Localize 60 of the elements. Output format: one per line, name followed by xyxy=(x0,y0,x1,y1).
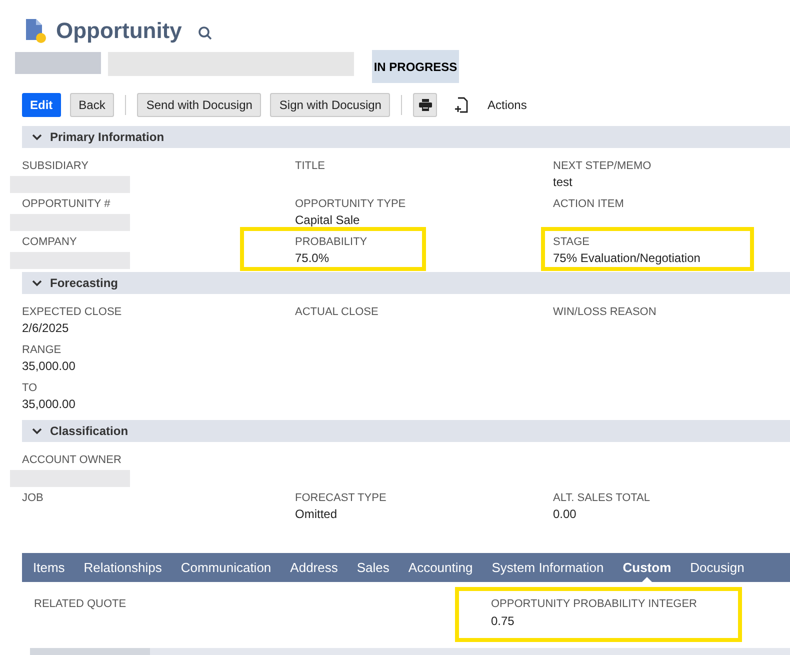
field-label: EXPECTED CLOSE xyxy=(22,305,122,320)
field-value: Omitted xyxy=(295,506,338,522)
section-header[interactable]: Primary Information xyxy=(22,126,790,148)
add-document-icon[interactable] xyxy=(454,97,468,113)
tab[interactable]: Communication xyxy=(180,553,272,582)
page-title: Opportunity xyxy=(56,20,182,42)
actions-menu[interactable]: Actions xyxy=(487,96,527,114)
field-value: Capital Sale xyxy=(295,212,360,228)
tab[interactable]: Items xyxy=(33,553,65,582)
field-label: STAGE xyxy=(553,235,590,250)
chevron-icon xyxy=(32,133,42,141)
field-value: 75.0% xyxy=(295,250,330,266)
field-label: TO xyxy=(22,381,38,396)
field-label: WIN/LOSS REASON xyxy=(553,305,656,320)
tab[interactable]: Docusign xyxy=(690,553,744,582)
printer-icon xyxy=(418,99,432,111)
field-label: TITLE xyxy=(295,159,325,174)
section-title: Primary Information xyxy=(50,129,164,146)
tab[interactable]: System Information xyxy=(492,553,604,582)
document-icon xyxy=(24,18,48,44)
field-value: 35,000.00 xyxy=(22,396,76,412)
field-label: ACTUAL CLOSE xyxy=(295,305,378,320)
field-label: PROBABILITY xyxy=(295,235,368,250)
section-header[interactable]: Classification xyxy=(22,420,790,442)
tab[interactable]: Accounting xyxy=(408,553,473,582)
section-title: Classification xyxy=(50,423,128,440)
field-value: test xyxy=(553,174,572,190)
field-label: OPPORTUNITY PROBABILITY INTEGER xyxy=(491,597,697,612)
field-value: 75% Evaluation/Negotiation xyxy=(553,250,700,266)
toolbar-button[interactable]: Back xyxy=(70,93,114,117)
chevron-icon xyxy=(32,427,42,435)
field-label: ACCOUNT OWNER xyxy=(22,453,122,468)
tab[interactable]: Sales xyxy=(356,553,390,582)
field-value: 0.75 xyxy=(491,613,514,630)
field-label: RELATED QUOTE xyxy=(34,597,126,612)
toolbar-button[interactable]: Sign with Docusign xyxy=(270,93,390,117)
field-value: 35,000.00 xyxy=(22,358,76,374)
field-value: 0.00 xyxy=(553,506,576,522)
field-label: COMPANY xyxy=(22,235,77,250)
section-header[interactable]: Forecasting xyxy=(22,272,790,294)
tab[interactable]: Address xyxy=(290,553,338,582)
search-icon[interactable] xyxy=(198,26,212,40)
tab[interactable]: Relationships xyxy=(84,553,162,582)
print-button[interactable] xyxy=(413,93,438,117)
section-title: Forecasting xyxy=(50,275,118,292)
field-label: JOB xyxy=(22,491,44,506)
field-label: OPPORTUNITY TYPE xyxy=(295,197,406,212)
field-label: OPPORTUNITY # xyxy=(22,197,110,212)
edit-button[interactable]: Edit xyxy=(22,93,61,117)
chevron-icon xyxy=(32,279,42,287)
field-label: FORECAST TYPE xyxy=(295,491,386,506)
toolbar-button[interactable]: Send with Docusign xyxy=(137,93,262,117)
field-value: 2/6/2025 xyxy=(22,320,69,336)
field-label: NEXT STEP/MEMO xyxy=(553,159,652,174)
field-label: ACTION ITEM xyxy=(553,197,624,212)
status-badge: IN PROGRESS xyxy=(372,50,459,83)
field-label: SUBSIDIARY xyxy=(22,159,88,174)
field-label: ALT. SALES TOTAL xyxy=(553,491,650,506)
tab[interactable]: Custom xyxy=(622,553,672,582)
field-label: RANGE xyxy=(22,343,62,358)
